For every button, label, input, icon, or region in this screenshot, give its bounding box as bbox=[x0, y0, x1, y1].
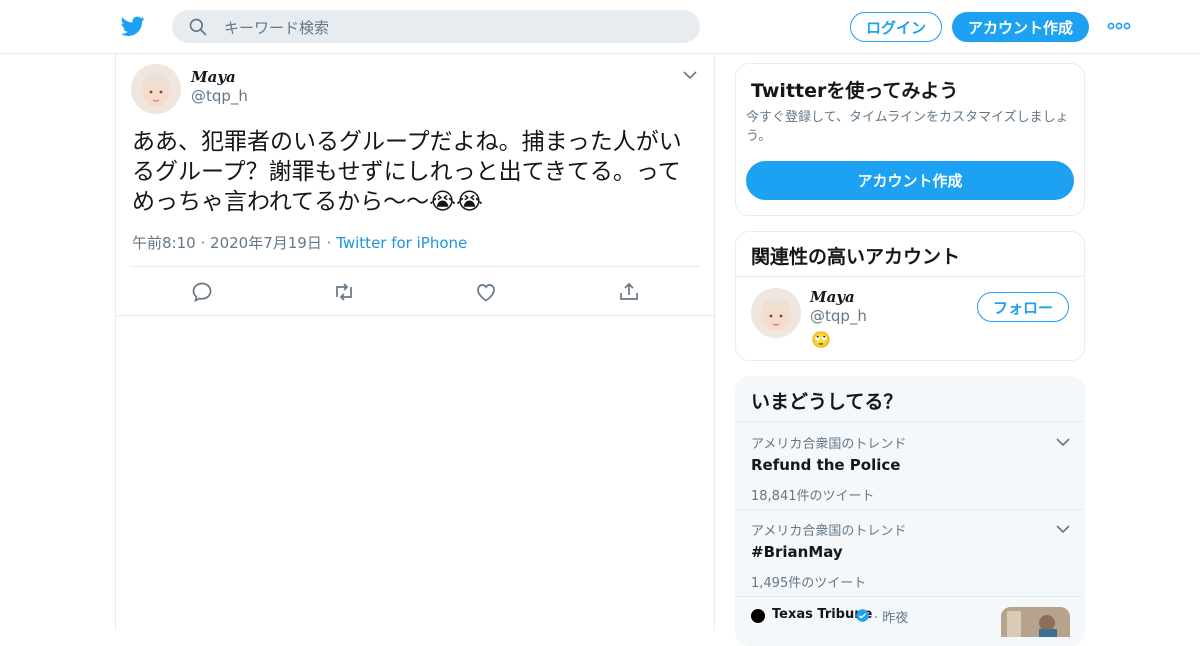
search-bar[interactable]: キーワード検索 bbox=[172, 10, 700, 43]
trend-context: アメリカ合衆国のトレンド bbox=[751, 437, 907, 452]
divider bbox=[130, 266, 700, 267]
trend-count: 1,495件のツイート bbox=[751, 576, 867, 591]
meta-separator: · bbox=[200, 234, 206, 252]
verified-icon bbox=[856, 609, 869, 622]
tweet-source-link[interactable]: Twitter for iPhone bbox=[336, 234, 467, 252]
divider bbox=[736, 276, 1084, 277]
signup-card-button[interactable]: アカウント作成 bbox=[746, 161, 1074, 200]
divider bbox=[736, 596, 1084, 597]
divider bbox=[736, 509, 1084, 510]
news-time-label: 昨夜 bbox=[882, 611, 909, 626]
card-title: 関連性の高いアカウント bbox=[751, 246, 961, 268]
avatar[interactable] bbox=[131, 64, 181, 114]
divider bbox=[736, 421, 1084, 422]
signup-button[interactable]: アカウント作成 bbox=[952, 12, 1089, 42]
card-title: Twitterを使ってみよう bbox=[751, 80, 959, 102]
tweet-time[interactable]: 午前8:10 bbox=[132, 234, 196, 252]
trend-count: 18,841件のツイート bbox=[751, 489, 875, 504]
search-icon bbox=[189, 18, 207, 36]
display-name[interactable]: 𝑴𝒂𝒚𝒂 bbox=[191, 68, 236, 86]
tweet-text: ああ、犯罪者のいるグループだよね。捕まった人がいるグループ？謝罪もせずにしれっと… bbox=[132, 129, 682, 215]
tweet-meta: 午前8:10 · 2020年7月19日 · Twitter for iPhone bbox=[132, 232, 467, 253]
signup-card: Twitterを使ってみよう 今すぐ登録して、タイムラインをカスタマイズしましょ… bbox=[735, 63, 1085, 216]
news-thumbnail[interactable] bbox=[1001, 607, 1070, 637]
bio-emoji: 🙄 bbox=[811, 330, 831, 349]
news-time: · 昨夜 bbox=[874, 607, 908, 626]
trend-item[interactable]: アメリカ合衆国のトレンド #BrianMay 1,495件のツイート bbox=[751, 520, 1071, 591]
card-title: いまどうしてる？ bbox=[751, 391, 903, 413]
retweet-icon[interactable] bbox=[332, 280, 356, 304]
trend-name[interactable]: Refund the Police bbox=[751, 456, 1071, 474]
display-name[interactable]: 𝑴𝒂𝒚𝒂 bbox=[810, 288, 855, 306]
related-accounts-card: 関連性の高いアカウント 𝑴𝒂𝒚𝒂 @tqp_h 🙄 フォロー bbox=[735, 231, 1085, 361]
twitter-bird-icon[interactable] bbox=[120, 14, 146, 38]
user-handle[interactable]: @tqp_h bbox=[810, 307, 867, 325]
reply-icon[interactable] bbox=[190, 280, 214, 304]
tweet-actions bbox=[116, 268, 716, 315]
follow-button[interactable]: フォロー bbox=[977, 292, 1069, 322]
trend-context: アメリカ合衆国のトレンド bbox=[751, 524, 907, 539]
share-icon[interactable] bbox=[617, 280, 641, 304]
chevron-down-icon[interactable] bbox=[1055, 435, 1071, 449]
user-handle[interactable]: @tqp_h bbox=[191, 87, 248, 105]
tweet-column: 𝑴𝒂𝒚𝒂 @tqp_h ああ、犯罪者のいるグループだよね。捕まった人がいるグルー… bbox=[115, 54, 716, 630]
meta-separator: · bbox=[326, 234, 332, 252]
like-icon[interactable] bbox=[474, 280, 498, 304]
chevron-down-icon[interactable] bbox=[682, 68, 698, 82]
divider bbox=[116, 315, 716, 316]
trend-name[interactable]: #BrianMay bbox=[751, 543, 1071, 561]
signup-description: 今すぐ登録して、タイムラインをカスタマイズしましょう。 bbox=[746, 110, 1069, 144]
more-icon[interactable] bbox=[1107, 18, 1131, 34]
avatar[interactable] bbox=[751, 288, 801, 338]
trend-item[interactable]: アメリカ合衆国のトレンド Refund the Police 18,841件のツ… bbox=[751, 433, 1071, 504]
login-button[interactable]: ログイン bbox=[850, 12, 942, 42]
tweet-date[interactable]: 2020年7月19日 bbox=[210, 234, 322, 252]
chevron-down-icon[interactable] bbox=[1055, 522, 1071, 536]
top-bar: キーワード検索 ログイン アカウント作成 bbox=[0, 0, 1200, 54]
meta-separator: · bbox=[874, 611, 879, 626]
trends-card: いまどうしてる？ アメリカ合衆国のトレンド Refund the Police … bbox=[735, 376, 1085, 646]
news-source-logo bbox=[751, 609, 765, 623]
search-input[interactable]: キーワード検索 bbox=[224, 17, 329, 38]
